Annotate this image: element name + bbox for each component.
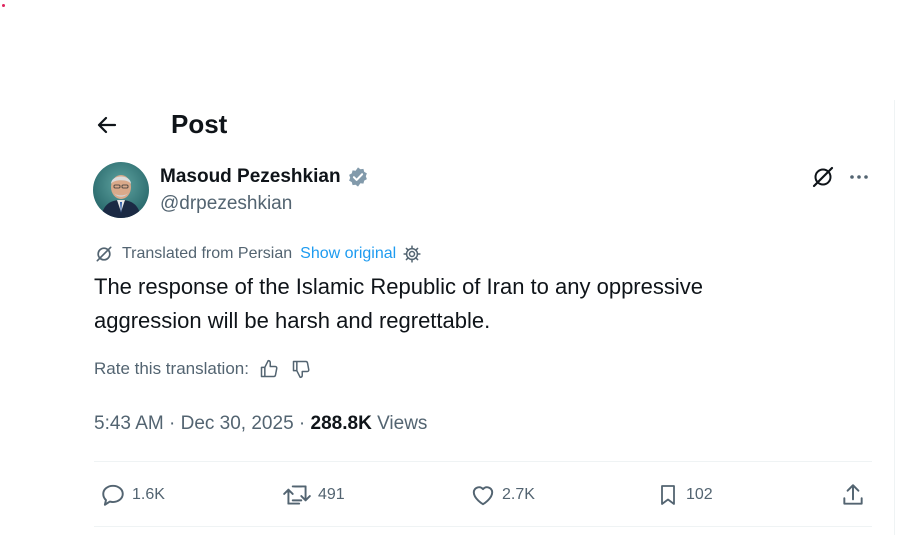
reply-count: 1.6K	[132, 486, 165, 503]
red-marker-dot	[2, 4, 5, 7]
more-button[interactable]	[846, 164, 872, 190]
thumbs-up-icon[interactable]	[257, 357, 281, 381]
post-time[interactable]: 5:43 AM	[94, 413, 164, 434]
rate-label: Rate this translation:	[94, 359, 249, 378]
divider	[94, 526, 872, 527]
back-arrow-icon	[97, 116, 117, 134]
post-text: The response of the Islamic Republic of …	[94, 274, 703, 333]
post-date[interactable]: Dec 30, 2025	[181, 413, 294, 434]
show-original-link[interactable]: Show original	[300, 245, 396, 263]
user-handle[interactable]: @drpezeshkian	[160, 191, 292, 217]
display-name[interactable]: Masoud Pezeshkian	[160, 164, 341, 190]
meta-separator: ·	[298, 413, 311, 434]
verified-badge-icon[interactable]	[347, 166, 369, 188]
more-icon	[850, 175, 868, 179]
like-count: 2.7K	[502, 486, 535, 503]
like-icon	[472, 486, 494, 506]
post-meta: 5:43 AM · Dec 30, 2025 · 288.8K Views	[94, 410, 427, 438]
share-icon	[843, 484, 863, 505]
bookmark-button[interactable]: 102	[656, 480, 713, 510]
reply-icon	[102, 484, 124, 506]
reply-button[interactable]: 1.6K	[100, 480, 165, 510]
meta-separator: ·	[169, 413, 181, 434]
thumbs-down-icon[interactable]	[289, 357, 313, 381]
bookmark-icon	[661, 485, 675, 505]
back-button[interactable]	[92, 110, 122, 140]
post-page: Post Masoud Pezeshkian @drpezeshkian Tra…	[0, 0, 900, 535]
grok-icon	[812, 166, 834, 188]
gear-icon[interactable]	[402, 244, 422, 264]
like-button[interactable]: 2.7K	[470, 480, 535, 510]
translated-label: Translated from Persian	[122, 245, 293, 262]
divider	[94, 461, 872, 462]
grok-button[interactable]	[810, 164, 836, 190]
share-button[interactable]	[840, 480, 866, 510]
repost-count: 491	[318, 486, 345, 503]
display-name-row: Masoud Pezeshkian	[160, 164, 369, 190]
page-title: Post	[171, 109, 228, 139]
repost-icon	[283, 485, 311, 505]
avatar-image	[93, 162, 149, 218]
views-label: Views	[377, 413, 428, 434]
repost-button[interactable]: 491	[282, 480, 345, 510]
translation-notice: Translated from Persian Show original	[94, 242, 422, 266]
views-count: 288.8K	[310, 413, 372, 434]
avatar[interactable]	[93, 162, 149, 218]
column-border	[894, 100, 895, 535]
translate-icon	[94, 244, 114, 264]
rate-translation-row: Rate this translation:	[94, 356, 313, 382]
bookmark-count: 102	[686, 486, 713, 503]
